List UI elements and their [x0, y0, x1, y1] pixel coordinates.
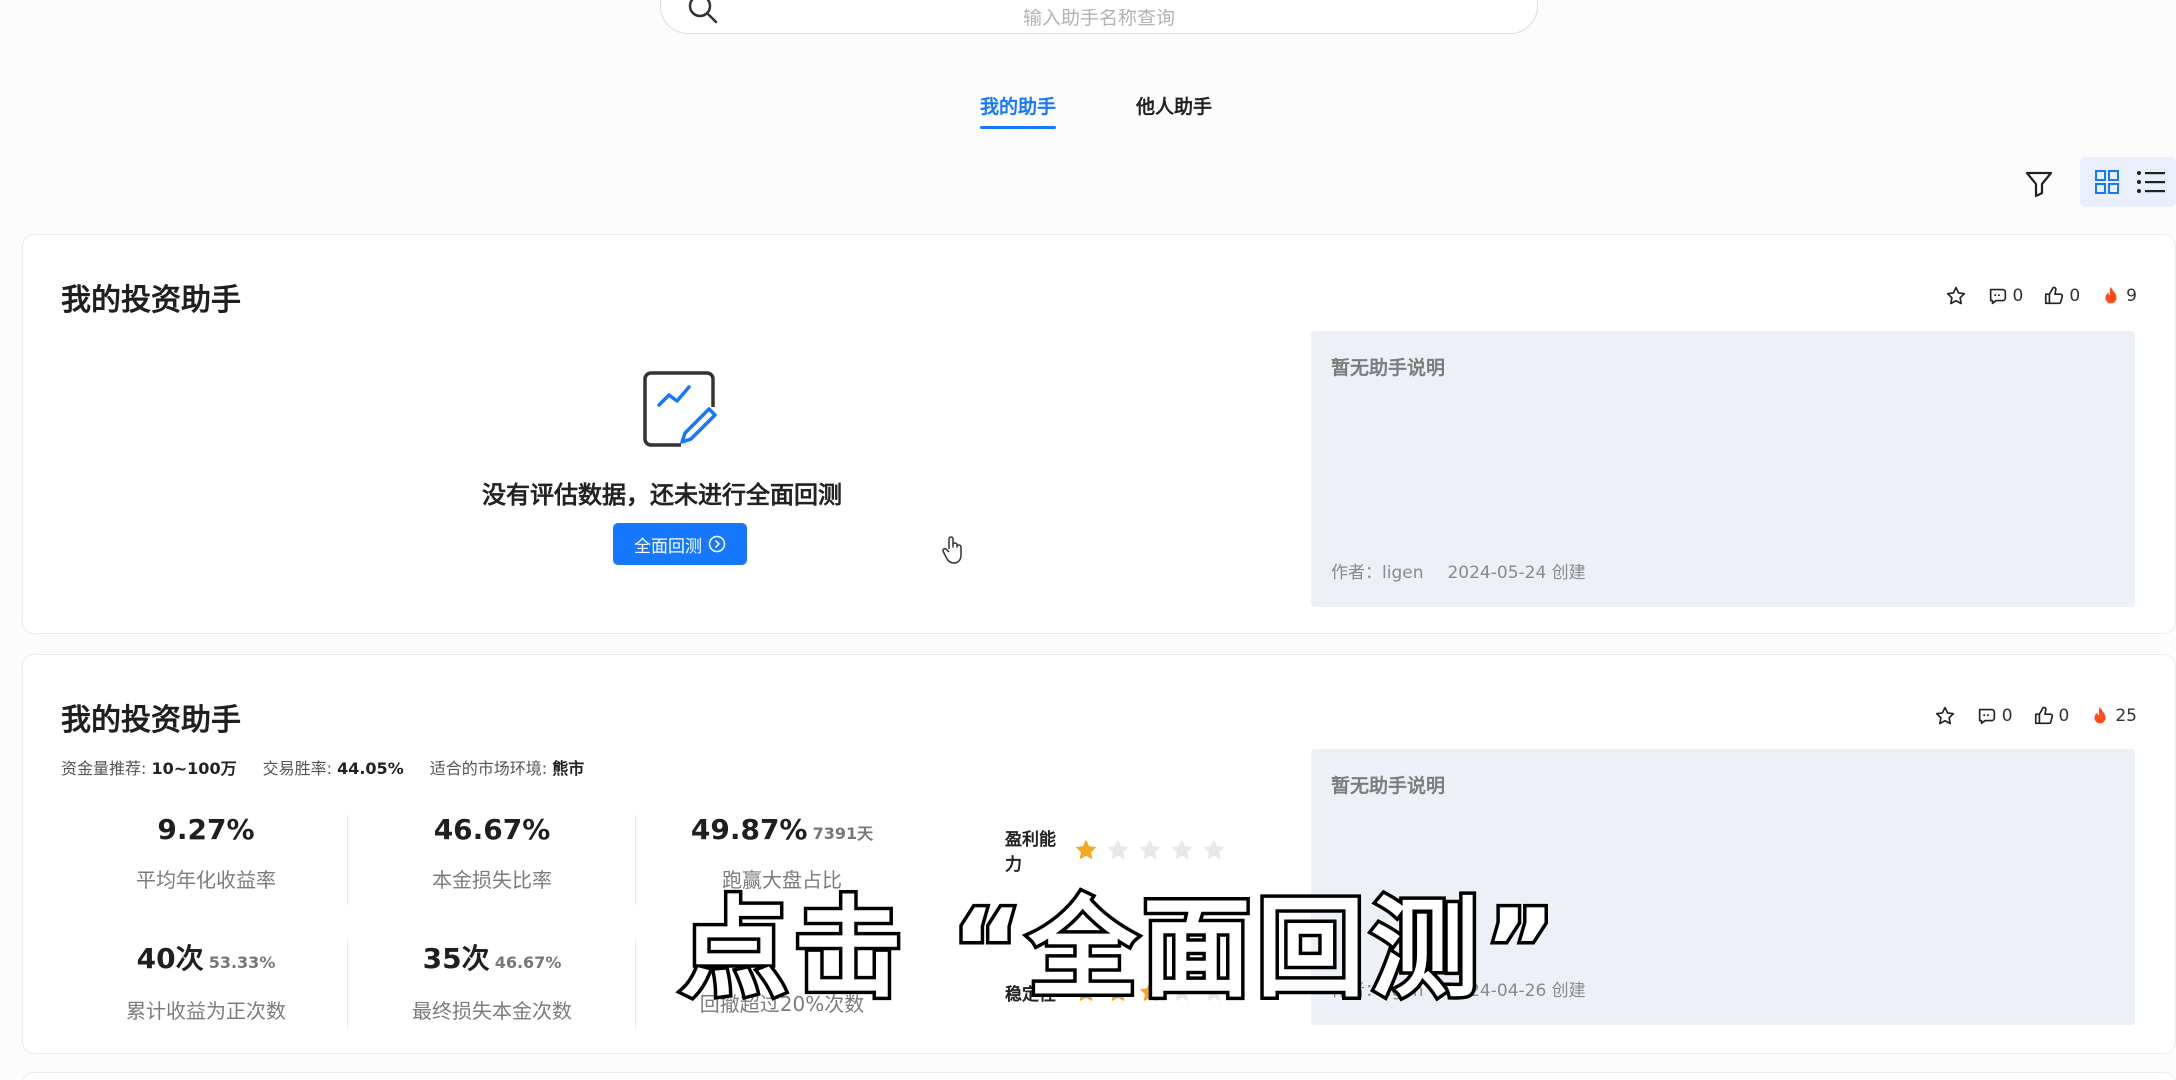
view-toggle — [2080, 157, 2176, 207]
card-stats: 0 0 9 — [1945, 285, 2137, 307]
metric-loss-ratio: 46.67% 本金损失比率 — [432, 813, 552, 892]
hot-count: 9 — [2100, 285, 2137, 307]
assistant-card[interactable] — [22, 1072, 2176, 1080]
comment-count[interactable]: 0 — [1987, 285, 2023, 307]
tab-bar: 我的助手 他人助手 — [0, 92, 2176, 132]
star-outline-icon[interactable] — [1945, 285, 1967, 307]
search-input[interactable]: 输入助手名称查询 — [661, 9, 1537, 29]
card-stats: 0 0 25 — [1934, 705, 2137, 727]
star-rating — [1073, 837, 1227, 863]
tab-others-assistants[interactable]: 他人助手 — [1136, 92, 1212, 119]
metric-annual-return: 9.27% 平均年化收益率 — [136, 813, 276, 892]
star-empty-icon — [1171, 839, 1193, 860]
divider — [635, 939, 636, 1029]
star-empty-icon — [1139, 839, 1161, 860]
hot-count: 25 — [2089, 705, 2137, 727]
overlay-caption: 点击 “全面回测” — [677, 884, 1562, 1016]
empty-state-text: 没有评估数据，还未进行全面回测 — [482, 481, 842, 509]
card-meta: 作者：ligen 2024-05-24 创建 — [1331, 558, 1586, 583]
star-empty-icon — [1203, 839, 1225, 860]
tab-my-assistants[interactable]: 我的助手 — [980, 92, 1057, 129]
star-filled-icon — [1075, 839, 1097, 860]
assistant-card[interactable]: 我的投资助手 0 0 9 没有评估数据，还未进行全面回测 全面回测 暂无助手说明… — [22, 234, 2176, 634]
metric-positive-count: 40次 53.33% 累计收益为正次数 — [126, 942, 286, 1023]
description-panel: 暂无助手说明 作者：ligen 2024-05-24 创建 — [1311, 331, 2135, 607]
like-count[interactable]: 0 — [2033, 705, 2069, 727]
like-count[interactable]: 0 — [2043, 285, 2080, 307]
list-view-icon[interactable] — [2136, 169, 2166, 195]
metric-loss-count: 35次 46.67% 最终损失本金次数 — [412, 942, 572, 1023]
author: 作者：ligen — [1331, 563, 1424, 583]
divider — [635, 815, 636, 905]
grid-view-icon[interactable] — [2094, 169, 2120, 195]
comment-icon — [1989, 288, 2006, 305]
full-backtest-button[interactable]: 全面回测 — [613, 523, 747, 565]
star-outline-icon[interactable] — [1934, 705, 1956, 727]
tag-row: 资金量推荐: 10~100万 交易胜率: 44.05% 适合的市场环境: 熊市 — [61, 755, 584, 779]
filter-icon[interactable] — [2022, 166, 2056, 200]
chart-edit-icon — [643, 371, 717, 447]
fire-icon — [2105, 286, 2117, 304]
thumbs-up-icon — [2034, 706, 2053, 725]
divider — [347, 815, 348, 905]
fire-icon — [2094, 706, 2106, 724]
search-bar[interactable]: 输入助手名称查询 — [660, 0, 1538, 34]
play-circle-icon — [708, 535, 726, 553]
tag-capital: 资金量推荐: 10~100万 — [61, 759, 237, 778]
comment-count[interactable]: 0 — [1976, 705, 2013, 727]
divider — [347, 939, 348, 1029]
card-title: 我的投资助手 — [61, 703, 241, 738]
thumbs-up-icon — [2045, 286, 2064, 305]
star-empty-icon — [1107, 839, 1129, 860]
description-title: 暂无助手说明 — [1331, 775, 1446, 797]
created-date: 2024-05-24 创建 — [1447, 563, 1586, 583]
card-title: 我的投资助手 — [61, 283, 241, 318]
hand-cursor-icon — [942, 536, 962, 564]
tag-win-rate: 交易胜率: 44.05% — [262, 759, 404, 778]
tag-market: 适合的市场环境: 熊市 — [429, 759, 585, 778]
comment-icon — [1978, 708, 1995, 725]
description-title: 暂无助手说明 — [1331, 357, 1446, 379]
